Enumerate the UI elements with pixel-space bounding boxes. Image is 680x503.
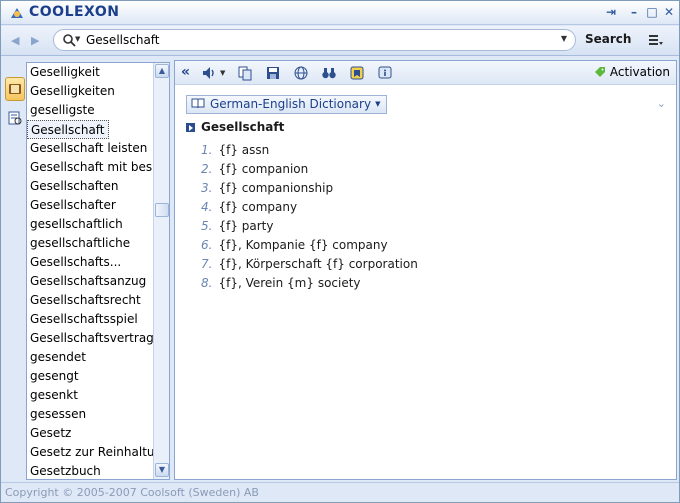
sense-item: 5. {f} party <box>201 219 274 233</box>
activation-button[interactable]: Activation <box>594 65 670 79</box>
search-toolbar: ◀ ▶ ▼ Gesellschaft ▼ Search <box>1 26 679 56</box>
status-bar: Copyright © 2005-2007 Coolsoft (Sweden) … <box>1 482 679 502</box>
list-item[interactable]: gesellschaftliche <box>27 234 153 253</box>
list-item[interactable]: geselligste <box>27 101 153 120</box>
entry-panel: « ▼ Activation German-English Dictionary… <box>174 60 677 480</box>
entry-toggle-icon[interactable] <box>186 123 195 132</box>
search-button[interactable]: Search <box>585 32 631 46</box>
list-item[interactable]: Gesellschaft leisten <box>27 139 153 158</box>
list-item[interactable]: Gesellschafter <box>27 196 153 215</box>
list-item[interactable]: Geselligkeiten <box>27 82 153 101</box>
search-input-value[interactable]: Gesellschaft <box>86 33 160 47</box>
list-item[interactable]: Gesetz zur Reinhaltu... <box>27 443 153 462</box>
list-item[interactable]: Gesellschaftsspiel <box>27 310 153 329</box>
minimize-icon[interactable]: – <box>627 5 641 19</box>
forward-arrow-icon[interactable]: ▶ <box>31 34 39 47</box>
list-item[interactable]: Gesellschaftsrecht <box>27 291 153 310</box>
binoculars-icon[interactable] <box>321 65 337 81</box>
list-item[interactable]: Gesellschaft mit bes... <box>27 158 153 177</box>
dictionary-selector[interactable]: German-English Dictionary ▼ <box>186 95 388 114</box>
globe-icon[interactable] <box>293 65 309 81</box>
list-item[interactable]: Gesellschaftsanzug <box>27 272 153 291</box>
list-item[interactable]: Gesellschafts... <box>27 253 153 272</box>
scroll-down-icon[interactable]: ▼ <box>155 463 169 477</box>
entry-toolbar: « ▼ Activation <box>175 61 676 85</box>
title-bar: COOLEXON ⇥ – □ ✕ <box>1 1 679 25</box>
sense-item: 3. {f} companionship <box>201 181 334 195</box>
speaker-icon[interactable] <box>201 65 217 81</box>
sense-item: 8. {f}, Verein {m} society <box>201 276 361 290</box>
list-item-selected[interactable]: Gesellschaft <box>27 120 109 139</box>
open-book-icon <box>191 98 205 109</box>
pin-icon[interactable]: ⇥ <box>604 5 618 19</box>
collapse-icon[interactable]: « <box>181 64 190 80</box>
mode-strip <box>1 57 26 481</box>
speaker-options-caret-icon[interactable]: ▼ <box>220 69 225 77</box>
chevron-down-icon[interactable]: ▼ <box>375 100 380 108</box>
app-logo-icon <box>11 8 23 18</box>
info-icon[interactable] <box>377 65 393 81</box>
notes-icon <box>8 111 22 125</box>
list-item[interactable]: gesenkt <box>27 386 153 405</box>
app-title: COOLEXON <box>29 4 120 20</box>
back-arrow-icon[interactable]: ◀ <box>11 34 19 47</box>
list-item[interactable]: gesengt <box>27 367 153 386</box>
copyright-text: Copyright © 2005-2007 Coolsoft (Sweden) … <box>5 486 259 499</box>
list-item[interactable]: gesessen <box>27 405 153 424</box>
search-options-caret-icon[interactable]: ▼ <box>75 35 80 43</box>
list-item[interactable]: gesendet <box>27 348 153 367</box>
list-item[interactable]: Geselligkeit <box>27 63 153 82</box>
bookmark-icon[interactable] <box>349 65 365 81</box>
tag-icon <box>594 67 605 77</box>
scroll-up-icon[interactable]: ▲ <box>155 64 169 78</box>
sense-item: 1. {f} assn <box>201 143 270 157</box>
save-icon[interactable] <box>265 65 281 81</box>
notes-mode-button[interactable] <box>5 107 25 131</box>
scrollbar-thumb[interactable] <box>155 203 169 217</box>
maximize-icon[interactable]: □ <box>645 5 659 19</box>
headword: Gesellschaft <box>201 120 285 134</box>
sense-item: 7. {f}, Körperschaft {f} corporation <box>201 257 418 271</box>
list-item[interactable]: Gesellschaften <box>27 177 153 196</box>
list-item[interactable]: Gesetz <box>27 424 153 443</box>
list-item[interactable]: Gesellschaftsvertrag <box>27 329 153 348</box>
sense-item: 2. {f} companion <box>201 162 309 176</box>
dictionary-mode-button[interactable] <box>5 77 25 101</box>
sense-item: 4. {f} company <box>201 200 298 214</box>
copy-icon[interactable] <box>237 65 253 81</box>
search-icon[interactable] <box>62 33 76 47</box>
close-icon[interactable]: ✕ <box>662 5 676 19</box>
sense-item: 6. {f}, Kompanie {f} company <box>201 238 388 252</box>
expand-chevron-icon[interactable]: ⌄ <box>657 97 666 110</box>
search-input[interactable]: ▼ Gesellschaft ▼ <box>53 29 576 51</box>
word-list-scrollbar[interactable]: ▲ ▼ <box>153 63 169 479</box>
activation-label[interactable]: Activation <box>610 65 670 79</box>
list-item[interactable]: Gesetzbuch <box>27 462 153 479</box>
book-icon <box>9 84 21 94</box>
dictionary-name[interactable]: German-English Dictionary <box>210 97 371 111</box>
word-list[interactable]: Geselligkeit Geselligkeiten geselligste … <box>26 62 170 480</box>
list-item[interactable]: gesellschaftlich <box>27 215 153 234</box>
menu-icon[interactable] <box>647 32 663 48</box>
app-window: COOLEXON ⇥ – □ ✕ ◀ ▶ ▼ Gesellschaft ▼ Se… <box>0 0 680 503</box>
search-history-dropdown-icon[interactable]: ▼ <box>561 34 567 43</box>
